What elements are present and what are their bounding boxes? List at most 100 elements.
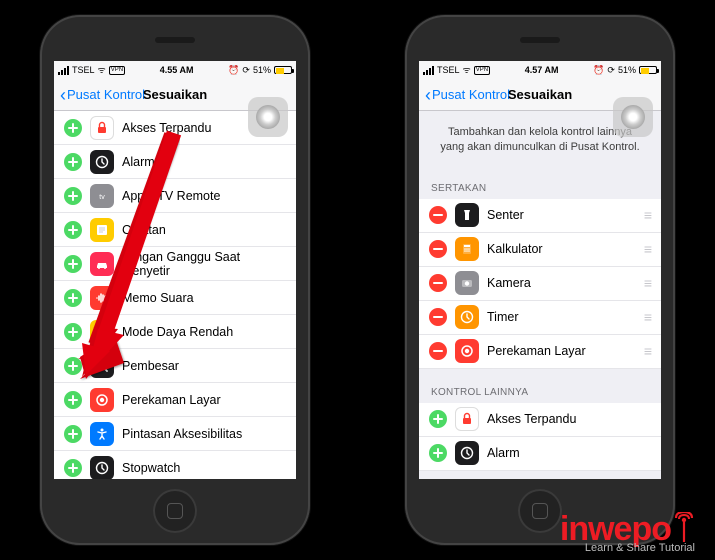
alarm-icon: ⏰ xyxy=(228,65,239,76)
battery-pct: 51% xyxy=(618,65,636,75)
back-button[interactable]: ‹ Pusat Kontrol xyxy=(60,87,145,102)
phone-frame-right: TSEL ᯤ VPN 4.57 AM ⏰ ⟳ 51% ‹ Pusat Kontr… xyxy=(405,15,675,545)
control-row[interactable]: Jangan Ganggu Saat Menyetir xyxy=(54,247,296,281)
vpn-badge: VPN xyxy=(109,66,125,75)
drag-handle-icon[interactable]: ≡ xyxy=(644,275,651,291)
add-button[interactable] xyxy=(64,425,82,443)
section-header-include: SERTAKAN xyxy=(419,165,661,199)
control-row[interactable]: Pintasan Aksesibilitas xyxy=(54,417,296,451)
control-label: Memo Suara xyxy=(122,291,194,305)
orientation-lock-icon: ⟳ xyxy=(607,65,615,76)
control-row[interactable]: Alarm xyxy=(54,145,296,179)
vpn-badge: VPN xyxy=(474,66,490,75)
camera-icon xyxy=(455,271,479,295)
clock-icon xyxy=(90,150,114,174)
add-button[interactable] xyxy=(64,153,82,171)
lock-icon xyxy=(90,116,114,140)
drag-handle-icon[interactable]: ≡ xyxy=(644,207,651,223)
phone-speaker xyxy=(520,37,560,43)
control-label: Senter xyxy=(487,208,524,222)
carrier-label: TSEL xyxy=(72,65,95,75)
battery-icon xyxy=(639,66,657,74)
record-icon xyxy=(90,388,114,412)
add-button[interactable] xyxy=(64,357,82,375)
add-button[interactable] xyxy=(64,221,82,239)
signal-icon xyxy=(423,66,434,75)
screen-right: TSEL ᯤ VPN 4.57 AM ⏰ ⟳ 51% ‹ Pusat Kontr… xyxy=(419,61,661,479)
controls-list-more: Akses Terpandu Alarm xyxy=(419,403,661,471)
drag-handle-icon[interactable]: ≡ xyxy=(644,241,651,257)
alarm-icon: ⏰ xyxy=(593,65,604,76)
section-header-more: KONTROL LAINNYA xyxy=(419,369,661,403)
wave-icon xyxy=(90,286,114,310)
access-icon xyxy=(90,422,114,446)
phone-frame-left: TSEL ᯤ VPN 4.55 AM ⏰ ⟳ 51% ‹ Pusat Kontr… xyxy=(40,15,310,545)
control-row[interactable]: Stopwatch xyxy=(54,451,296,479)
car-icon xyxy=(90,252,114,276)
control-row[interactable]: Senter ≡ xyxy=(419,199,661,233)
battery-icon xyxy=(274,66,292,74)
add-button[interactable] xyxy=(64,187,82,205)
control-label: Alarm xyxy=(487,446,520,460)
wifi-icon: ᯤ xyxy=(98,63,106,76)
clock-icon xyxy=(90,456,114,480)
control-row[interactable]: Kamera≡ xyxy=(419,267,661,301)
add-button[interactable] xyxy=(64,289,82,307)
remove-button[interactable] xyxy=(429,240,447,258)
drag-handle-icon[interactable]: ≡ xyxy=(644,343,651,359)
control-row[interactable]: Akses Terpandu xyxy=(419,403,661,437)
control-row[interactable]: Memo Suara xyxy=(54,281,296,315)
screen-left: TSEL ᯤ VPN 4.55 AM ⏰ ⟳ 51% ‹ Pusat Kontr… xyxy=(54,61,296,479)
back-button[interactable]: ‹ Pusat Kontrol xyxy=(425,87,510,102)
remove-button[interactable] xyxy=(429,274,447,292)
control-label: Pintasan Aksesibilitas xyxy=(122,427,242,441)
clock-icon xyxy=(455,441,479,465)
control-row[interactable]: Mode Daya Rendah xyxy=(54,315,296,349)
control-label: Akses Terpandu xyxy=(122,121,211,135)
control-row[interactable]: Perekaman Layar xyxy=(54,383,296,417)
control-label: Alarm xyxy=(122,155,155,169)
assistive-touch-button[interactable] xyxy=(613,97,653,137)
control-label: Akses Terpandu xyxy=(487,412,576,426)
drag-handle-icon[interactable]: ≡ xyxy=(644,309,651,325)
back-label: Pusat Kontrol xyxy=(67,87,145,102)
orientation-lock-icon: ⟳ xyxy=(242,65,250,76)
lock-icon xyxy=(455,407,479,431)
remove-button[interactable] xyxy=(429,308,447,326)
add-button[interactable] xyxy=(429,444,447,462)
control-label: Jangan Ganggu Saat Menyetir xyxy=(122,250,286,278)
home-button[interactable] xyxy=(518,489,562,533)
status-time: 4.55 AM xyxy=(160,65,194,75)
add-button[interactable] xyxy=(429,410,447,428)
assistive-touch-button[interactable] xyxy=(248,97,288,137)
control-label: Kalkulator xyxy=(487,242,543,256)
add-button[interactable] xyxy=(64,119,82,137)
controls-list-include: Senter≡Kalkulator≡Kamera≡Timer≡Perekaman… xyxy=(419,199,661,369)
control-row[interactable]: Catatan xyxy=(54,213,296,247)
add-button[interactable] xyxy=(64,323,82,341)
control-row[interactable]: Perekaman Layar≡ xyxy=(419,335,661,369)
watermark-logo: inwepo Learn & Share Tutorial xyxy=(560,512,695,554)
add-button[interactable] xyxy=(64,391,82,409)
carrier-label: TSEL xyxy=(437,65,460,75)
controls-list-more: Akses Terpandu Alarm tvApple TV Remote Cata… xyxy=(54,111,296,479)
add-button[interactable] xyxy=(64,255,82,273)
control-row[interactable]: Kalkulator ≡ xyxy=(419,233,661,267)
calc-icon xyxy=(455,237,479,261)
control-label: Stopwatch xyxy=(122,461,180,475)
add-button[interactable] xyxy=(64,459,82,477)
svg-text:tv: tv xyxy=(99,194,105,201)
nav-title: Sesuaikan xyxy=(508,87,572,102)
control-row[interactable]: tvApple TV Remote xyxy=(54,179,296,213)
battery-icon xyxy=(90,320,114,344)
remove-button[interactable] xyxy=(429,342,447,360)
control-label: Catatan xyxy=(122,223,166,237)
control-row[interactable]: Alarm xyxy=(419,437,661,471)
control-label: Pembesar xyxy=(122,359,179,373)
control-row[interactable]: Timer≡ xyxy=(419,301,661,335)
nav-title: Sesuaikan xyxy=(143,87,207,102)
control-row[interactable]: Pembesar xyxy=(54,349,296,383)
remove-button[interactable] xyxy=(429,206,447,224)
home-button[interactable] xyxy=(153,489,197,533)
back-label: Pusat Kontrol xyxy=(432,87,510,102)
